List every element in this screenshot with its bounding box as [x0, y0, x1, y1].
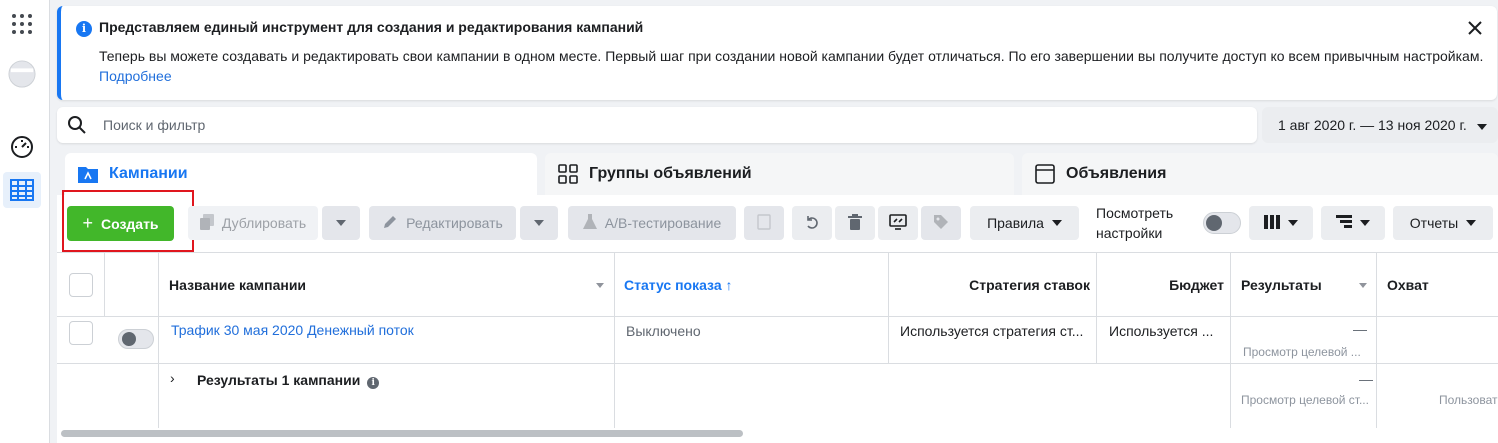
row-checkbox[interactable] — [69, 321, 93, 345]
notice-body: Теперь вы можете создавать и редактирова… — [99, 48, 1484, 64]
edit-dropdown-button[interactable] — [520, 206, 558, 240]
chevron-down-icon[interactable] — [596, 283, 604, 288]
search-icon — [67, 115, 87, 135]
dashboard-gauge-icon[interactable] — [8, 133, 36, 161]
info-icon: i — [76, 21, 92, 37]
notice-title: Представляем единый инструмент для созда… — [99, 19, 644, 35]
sort-ascending-icon: ↑ — [721, 277, 733, 293]
bid-strategy-value: Используется стратегия ст... — [900, 323, 1084, 339]
view-settings-toggle[interactable] — [1203, 212, 1241, 234]
toggle-knob — [122, 332, 136, 346]
columns-icon — [1264, 214, 1280, 232]
reports-label: Отчеты — [1409, 215, 1459, 231]
summary-reach-subtext: Пользоват — [1439, 393, 1498, 407]
tab-campaigns[interactable]: Кампании — [65, 153, 537, 195]
undo-icon — [804, 214, 820, 233]
archive-icon — [757, 213, 771, 233]
search-input[interactable]: Поиск и фильтр — [103, 117, 205, 133]
duplicate-icon — [199, 213, 214, 233]
create-label: Создать — [100, 215, 159, 232]
summary-results-subtext: Просмотр целевой ст... — [1241, 393, 1369, 407]
view-settings-label: Посмотреть настройки — [1096, 205, 1174, 241]
edit-button[interactable]: Редактировать — [369, 206, 516, 240]
ab-test-label: А/В-тестирование — [604, 215, 722, 231]
apps-grid-icon[interactable] — [8, 10, 36, 38]
summary-label-text: Результаты 1 кампании — [197, 372, 361, 388]
duplicate-label: Дублировать — [221, 215, 307, 231]
chevron-down-icon — [1466, 220, 1477, 226]
tab-ads[interactable]: Объявления — [1022, 153, 1498, 195]
tab-campaigns-label: Кампании — [109, 165, 188, 182]
learn-more-link[interactable]: Подробнее — [99, 68, 172, 84]
column-header-name[interactable]: Название кампании — [169, 277, 306, 293]
table-grid-icon[interactable] — [8, 176, 36, 204]
info-icon[interactable]: i — [367, 377, 380, 389]
search-filter-bar[interactable]: Поиск и фильтр — [57, 107, 1257, 143]
duplicate-dropdown-button[interactable] — [322, 206, 360, 240]
expand-chevron-icon[interactable]: › — [170, 370, 175, 386]
select-all-checkbox[interactable] — [69, 273, 93, 297]
trash-icon — [848, 213, 862, 233]
account-avatar-icon[interactable] — [8, 60, 36, 88]
chevron-down-icon[interactable] — [1359, 283, 1367, 288]
ab-test-button[interactable]: А/В-тестирование — [568, 206, 736, 240]
notice-banner: i Представляем единый инструмент для соз… — [57, 6, 1497, 100]
summary-label: Результаты 1 кампании i — [197, 372, 380, 389]
chevron-down-icon — [336, 220, 346, 226]
tag-icon — [933, 214, 949, 233]
column-header-status[interactable]: Статус показа ↑ — [624, 277, 733, 293]
archive-button[interactable] — [744, 206, 784, 240]
left-rail — [0, 0, 50, 443]
column-header-reach[interactable]: Охват — [1387, 277, 1429, 293]
tab-ad-sets-label: Группы объявлений — [589, 165, 752, 182]
summary-results-value: — — [1359, 371, 1373, 387]
campaigns-table: Название кампании Статус показа ↑ Страте… — [57, 252, 1498, 443]
pencil-icon — [382, 214, 398, 233]
duplicate-button[interactable]: Дублировать — [188, 206, 318, 240]
breakdown-button[interactable] — [1321, 206, 1385, 240]
chevron-down-icon — [1360, 220, 1370, 226]
flask-icon — [582, 213, 597, 233]
preview-icon — [889, 213, 907, 233]
preview-button[interactable] — [878, 206, 918, 240]
results-value: — — [1353, 321, 1367, 337]
close-icon[interactable] — [1463, 16, 1487, 40]
horizontal-scrollbar[interactable] — [61, 430, 743, 437]
ad-window-icon — [1034, 163, 1056, 185]
columns-button[interactable] — [1249, 206, 1313, 240]
create-button[interactable]: + Создать — [67, 206, 174, 241]
toolbar: + Создать Дублировать Редактировать А/В-… — [57, 190, 1498, 252]
column-header-budget[interactable]: Бюджет — [1106, 277, 1224, 293]
rules-button[interactable]: Правила — [970, 206, 1079, 240]
results-subtext: Просмотр целевой ... — [1243, 345, 1361, 359]
chevron-down-icon — [1051, 220, 1062, 226]
reports-button[interactable]: Отчеты — [1393, 206, 1493, 240]
chevron-down-icon — [534, 220, 544, 226]
delivery-status: Выключено — [626, 323, 701, 339]
breakdown-icon — [1336, 214, 1352, 232]
undo-button[interactable] — [792, 206, 832, 240]
delete-button[interactable] — [835, 206, 875, 240]
plus-icon: + — [82, 213, 93, 233]
toggle-knob — [1206, 215, 1222, 231]
tag-button[interactable] — [921, 206, 961, 240]
budget-value: Используется ... — [1109, 323, 1214, 339]
tab-ads-label: Объявления — [1066, 165, 1167, 182]
ad-sets-grid-icon — [557, 163, 579, 185]
folder-icon — [77, 163, 99, 185]
column-header-status-label: Статус показа — [624, 277, 722, 293]
date-range-label: 1 авг 2020 г. — 13 ноя 2020 г. — [1278, 117, 1467, 133]
campaign-toggle[interactable] — [118, 329, 154, 349]
tab-ad-sets[interactable]: Группы объявлений — [545, 153, 1014, 195]
chevron-down-icon — [1288, 220, 1298, 226]
edit-label: Редактировать — [406, 215, 503, 231]
chevron-down-icon — [1476, 124, 1487, 130]
column-header-results[interactable]: Результаты — [1241, 277, 1322, 293]
rules-label: Правила — [987, 215, 1044, 231]
column-header-bid-strategy[interactable]: Стратегия ставок — [898, 277, 1090, 293]
campaign-name-link[interactable]: Трафик 30 мая 2020 Денежный поток — [171, 322, 414, 338]
date-range-picker[interactable]: 1 авг 2020 г. — 13 ноя 2020 г. — [1262, 107, 1498, 143]
